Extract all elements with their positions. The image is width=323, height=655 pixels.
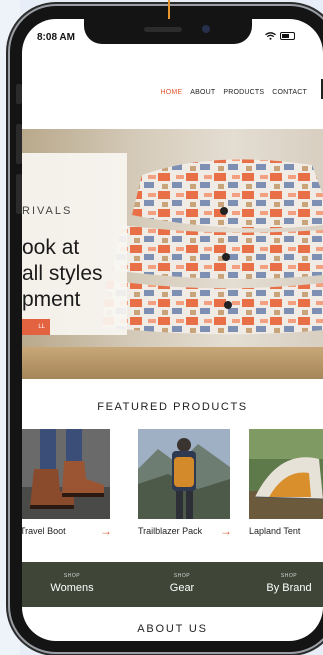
shop-kicker: SHOP bbox=[280, 573, 298, 579]
arrow-right-icon[interactable]: → bbox=[220, 524, 232, 538]
shop-link-by-brand[interactable]: SHOP By Brand bbox=[258, 573, 320, 594]
nav-item-home[interactable]: HOME bbox=[160, 89, 182, 96]
product-card[interactable]: Lapland Tent bbox=[249, 429, 323, 536]
nav-item-about[interactable]: ABOUT bbox=[190, 89, 215, 96]
product-card[interactable]: Trailblazer Pack → bbox=[138, 429, 232, 538]
product-image-lapland-tent bbox=[249, 429, 323, 519]
shop-kicker: SHOP bbox=[63, 573, 81, 579]
status-time: 8:08 AM bbox=[37, 32, 75, 43]
status-icons bbox=[265, 32, 295, 40]
shop-label: By Brand bbox=[266, 582, 312, 594]
product-image-travel-boot bbox=[22, 429, 110, 519]
notch bbox=[84, 19, 252, 44]
product-image-trailblazer-pack bbox=[138, 429, 230, 519]
hero-banner: RIVALS ook at all styles pment LL bbox=[22, 129, 323, 379]
arrow-right-icon[interactable]: → bbox=[100, 524, 112, 538]
product-name: Travel Boot bbox=[22, 526, 66, 536]
featured-products-heading: FEATURED PRODUCTS bbox=[97, 401, 248, 413]
hero-text-panel: RIVALS ook at all styles pment LL bbox=[22, 153, 127, 335]
product-name: Trailblazer Pack bbox=[138, 526, 203, 536]
shop-label: Womens bbox=[50, 582, 94, 594]
shop-kicker: SHOP bbox=[173, 573, 191, 579]
main-nav: HOME ABOUT PRODUCTS CONTACT bbox=[160, 89, 307, 96]
about-us-heading: ABOUT US bbox=[137, 623, 208, 635]
hero-title: ook at all styles pment bbox=[22, 236, 103, 311]
product-name: Lapland Tent bbox=[249, 526, 301, 536]
shop-link-gear[interactable]: SHOP Gear bbox=[154, 573, 210, 594]
product-card[interactable]: Travel Boot → bbox=[22, 429, 112, 538]
shop-label: Gear bbox=[169, 582, 195, 594]
hero-shelf bbox=[22, 347, 323, 379]
nav-item-contact[interactable]: CONTACT bbox=[272, 89, 307, 96]
wifi-icon bbox=[265, 32, 276, 40]
shop-link-womens[interactable]: SHOP Womens bbox=[44, 573, 100, 594]
nav-item-products[interactable]: PRODUCTS bbox=[223, 89, 264, 96]
hero-eyebrow: RIVALS bbox=[22, 205, 73, 217]
phone-screen: 8:08 AM HOME ABOUT PRODUCTS CONTACT RIVA… bbox=[22, 19, 323, 641]
speaker-grille bbox=[144, 27, 182, 32]
hero-cta-button[interactable]: LL bbox=[22, 319, 50, 335]
battery-icon bbox=[280, 32, 295, 40]
front-camera bbox=[202, 25, 210, 33]
shop-categories-band: SHOP Womens SHOP Gear SHOP By Brand bbox=[22, 562, 323, 607]
